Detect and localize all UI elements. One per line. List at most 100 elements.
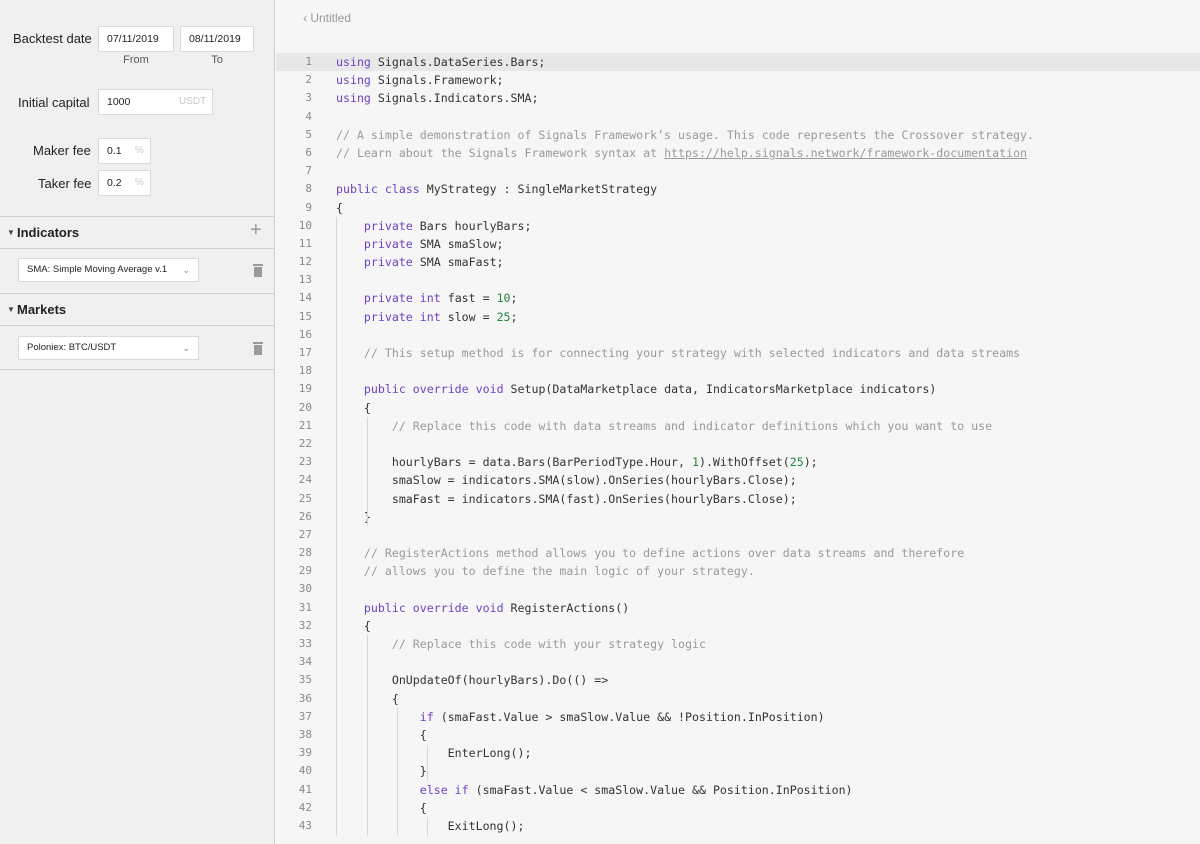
code-line[interactable]: 33 // Replace this code with your strate…: [276, 635, 1200, 653]
code-line[interactable]: 12 private SMA smaFast;: [276, 253, 1200, 271]
code-line[interactable]: 10 private Bars hourlyBars;: [276, 217, 1200, 235]
code-text: }: [336, 509, 371, 524]
backtest-to-date-input[interactable]: 08/11/2019: [180, 26, 254, 52]
taker-fee-unit: %: [135, 177, 144, 188]
code-line[interactable]: 11 private SMA smaSlow;: [276, 235, 1200, 253]
code-line[interactable]: 17 // This setup method is for connectin…: [276, 344, 1200, 362]
code-line[interactable]: 18: [276, 362, 1200, 380]
divider: [0, 248, 275, 249]
code-line[interactable]: 13: [276, 271, 1200, 289]
code-line[interactable]: 37 if (smaFast.Value > smaSlow.Value && …: [276, 708, 1200, 726]
backtest-date-label: Backtest date: [13, 31, 92, 46]
capital-unit: USDT: [179, 96, 207, 107]
code-line[interactable]: 14 private int fast = 10;: [276, 289, 1200, 307]
code-line[interactable]: 40 }: [276, 762, 1200, 780]
code-text: {: [336, 727, 427, 742]
code-line[interactable]: 16: [276, 326, 1200, 344]
code-line[interactable]: 21 // Replace this code with data stream…: [276, 417, 1200, 435]
code-line[interactable]: 22: [276, 435, 1200, 453]
code-text: }: [336, 764, 427, 779]
initial-capital-input[interactable]: 1000 USDT: [98, 89, 213, 115]
code-line[interactable]: 39 EnterLong();: [276, 744, 1200, 762]
markets-title: Markets: [17, 302, 67, 317]
delete-indicator-icon[interactable]: [253, 264, 263, 277]
code-line[interactable]: 4: [276, 108, 1200, 126]
file-tab[interactable]: ‹ Untitled: [303, 11, 351, 25]
code-line[interactable]: 25 smaFast = indicators.SMA(fast).OnSeri…: [276, 490, 1200, 508]
market-select[interactable]: Poloniex: BTC/USDT ⌄: [18, 336, 199, 360]
line-number: 7: [305, 164, 312, 178]
code-area[interactable]: 1 using Signals.DataSeries.Bars; 2 using Si…: [276, 53, 1200, 835]
code-line[interactable]: 32 {: [276, 617, 1200, 635]
indicators-section-header[interactable]: ▼ Indicators +: [0, 218, 275, 248]
code-line[interactable]: 35 OnUpdateOf(hourlyBars).Do(() =>: [276, 671, 1200, 689]
to-caption: To: [211, 54, 223, 66]
code-line[interactable]: 29 // allows you to define the main logi…: [276, 562, 1200, 580]
code-line[interactable]: 2 using Signals.Framework;: [276, 71, 1200, 89]
line-number: 27: [298, 527, 312, 541]
indicator-select[interactable]: SMA: Simple Moving Average v.1 ⌄: [18, 258, 199, 282]
code-line[interactable]: 3 using Signals.Indicators.SMA;: [276, 89, 1200, 107]
code-line[interactable]: 38 {: [276, 726, 1200, 744]
code-line[interactable]: 36 {: [276, 690, 1200, 708]
code-text: {: [336, 200, 343, 215]
taker-fee-input[interactable]: 0.2 %: [98, 170, 151, 196]
divider: [0, 325, 275, 326]
line-number: 31: [298, 600, 312, 614]
line-number: 34: [298, 655, 312, 669]
code-line[interactable]: 43 ExitLong();: [276, 817, 1200, 835]
code-line[interactable]: 7: [276, 162, 1200, 180]
divider: [0, 293, 275, 294]
line-number: 13: [298, 273, 312, 287]
delete-market-icon[interactable]: [253, 342, 263, 355]
line-number: 6: [305, 145, 312, 159]
code-line[interactable]: 31 public override void RegisterActions(…: [276, 599, 1200, 617]
line-number: 33: [298, 637, 312, 650]
code-text: // Replace this code with your strategy …: [391, 637, 706, 651]
line-number: 18: [298, 364, 312, 378]
code-line[interactable]: 27: [276, 526, 1200, 544]
code-line[interactable]: 8 public class MyStrategy : SingleMarketS…: [276, 180, 1200, 198]
code-line[interactable]: 28 // RegisterActions method allows you …: [276, 544, 1200, 562]
code-line[interactable]: 30: [276, 580, 1200, 598]
line-number: 39: [298, 746, 312, 760]
code-line[interactable]: 9{: [276, 199, 1200, 217]
line-number: 32: [298, 618, 312, 632]
code-line[interactable]: 1 using Signals.DataSeries.Bars;: [276, 53, 1200, 72]
line-number: 22: [298, 436, 312, 450]
chevron-down-icon: ⌄: [182, 265, 190, 275]
from-caption: From: [123, 54, 149, 66]
indicator-select-value: SMA: Simple Moving Average v.1: [27, 264, 168, 275]
markets-section-header[interactable]: ▼ Markets: [0, 295, 275, 325]
code-text: // allows you to define the main logic o…: [363, 564, 755, 579]
backtest-from-date-input[interactable]: 07/11/2019: [98, 26, 174, 52]
code-line[interactable]: 15 private int slow = 25;: [276, 308, 1200, 326]
code-text: using Signals.Indicators.SMA;: [336, 91, 539, 106]
line-number: 2: [305, 73, 312, 87]
code-line[interactable]: 20 {: [276, 399, 1200, 417]
line-number: 19: [298, 382, 312, 396]
maker-fee-input[interactable]: 0.1 %: [98, 138, 151, 164]
line-number: 38: [298, 727, 312, 741]
code-line[interactable]: 26 }: [276, 508, 1200, 526]
code-text: private SMA smaSlow;: [363, 236, 504, 251]
code-text: public override void Setup(DataMarketpla…: [363, 382, 937, 397]
line-number: 16: [298, 327, 312, 341]
indent-guide: [397, 708, 398, 836]
code-line[interactable]: 24 smaSlow = indicators.SMA(slow).OnSeri…: [276, 471, 1200, 489]
code-text: hourlyBars = data.Bars(BarPeriodType.Hou…: [336, 455, 818, 470]
line-number: 40: [298, 764, 312, 778]
code-line[interactable]: 6 // Learn about the Signals Framework sy…: [276, 144, 1200, 162]
code-text: OnUpdateOf(hourlyBars).Do(() =>: [336, 673, 609, 688]
line-number: 12: [298, 255, 312, 269]
code-line[interactable]: 23 hourlyBars = data.Bars(BarPeriodType.…: [276, 453, 1200, 471]
code-editor[interactable]: ‹ Untitled 1 using Signals.DataSeries.Bar…: [276, 0, 1200, 844]
code-line[interactable]: 5 // A simple demonstration of Signals Fr…: [276, 126, 1200, 144]
line-number: 10: [298, 218, 312, 232]
code-line[interactable]: 19 public override void Setup(DataMarket…: [276, 380, 1200, 398]
add-indicator-icon[interactable]: +: [250, 220, 262, 240]
maker-fee-value: 0.1: [107, 145, 122, 157]
code-line[interactable]: 34: [276, 653, 1200, 671]
code-line[interactable]: 42 {: [276, 799, 1200, 817]
code-line[interactable]: 41 else if (smaFast.Value < smaSlow.Valu…: [276, 781, 1200, 799]
